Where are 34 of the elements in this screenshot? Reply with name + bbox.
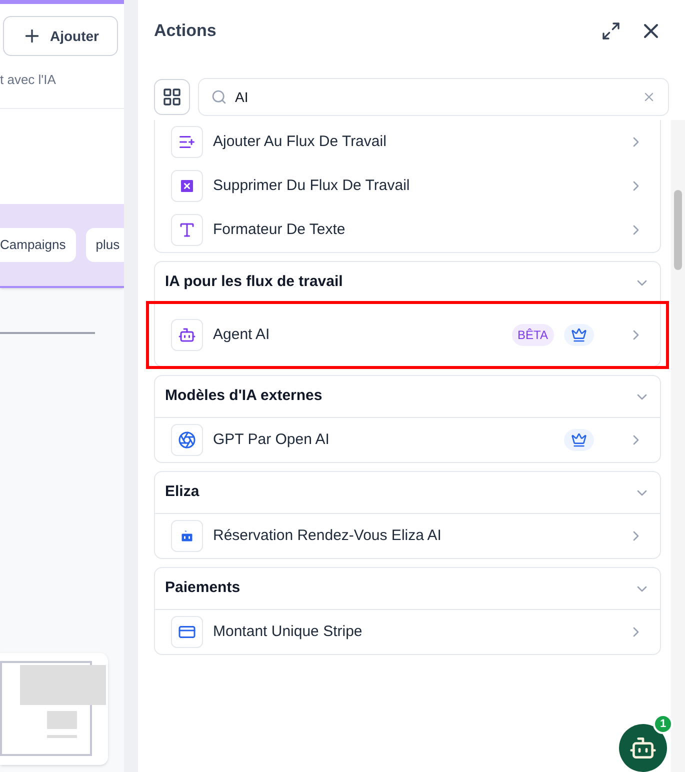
robot-icon: [178, 326, 196, 344]
group-header[interactable]: IA pour les flux de travail: [155, 262, 660, 304]
spiral-icon: [178, 431, 196, 449]
clear-icon[interactable]: [642, 90, 656, 104]
text-icon: [178, 221, 196, 239]
action-item[interactable]: Formateur De Texte: [155, 208, 660, 252]
search-icon: [211, 89, 227, 105]
list-plus-icon: [178, 133, 196, 151]
grid-button[interactable]: [154, 79, 190, 115]
add-button[interactable]: Ajouter: [3, 16, 118, 56]
group-header[interactable]: Modèles d'IA externes: [155, 376, 660, 418]
action-item[interactable]: Supprimer Du Flux De Travail: [155, 164, 660, 208]
action-item[interactable]: Ajouter Au Flux De Travail: [155, 120, 660, 164]
group-header[interactable]: Eliza: [155, 472, 660, 514]
search-input[interactable]: AI: [235, 86, 634, 108]
beta-badge: BÊTA: [512, 324, 554, 346]
grid-icon: [162, 87, 182, 107]
action-item[interactable]: Montant Unique Stripe: [155, 610, 660, 654]
chip[interactable]: Campaigns: [0, 228, 76, 262]
search-field[interactable]: AI: [198, 78, 669, 116]
scrollbar-thumb[interactable]: [674, 190, 682, 270]
group-header[interactable]: Paiements: [155, 568, 660, 610]
node-subtitle: t avec l'IA: [0, 71, 56, 89]
expand-icon: [601, 21, 621, 41]
action-item[interactable]: Réservation Rendez-Vous Eliza AI: [155, 514, 660, 558]
image-placeholder: [47, 711, 77, 729]
notification-badge: 1: [653, 714, 673, 734]
expand-button[interactable]: [601, 21, 621, 41]
card-icon: [178, 623, 196, 641]
action-item[interactable]: Agent AI BÊTA: [149, 304, 666, 366]
panel-title: Actions: [154, 20, 216, 42]
action-item[interactable]: GPT Par Open AI: [155, 418, 660, 462]
chip[interactable]: plus: [86, 228, 124, 262]
square-x-icon: [178, 177, 196, 195]
